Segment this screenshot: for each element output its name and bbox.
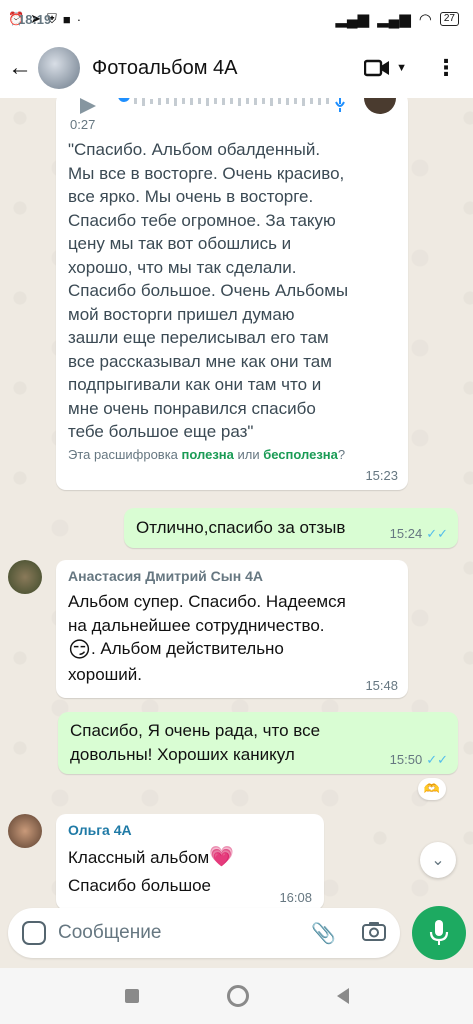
avatar[interactable] [8,560,42,594]
heart-emoji-icon: 💗 [209,846,235,868]
message-text-cont: . Альбом действительно хороший. [68,639,284,684]
home-icon[interactable] [226,985,249,1007]
voice-message-bubble[interactable]: 0:27 "Спасибо. Альбом обалденный. Мы все… [56,98,408,490]
outgoing-message[interactable]: Спасибо, Я очень рада, что все довольны!… [58,712,458,774]
attach-icon[interactable]: 📎 [311,921,336,946]
double-chevron-down-icon: ⌄ [431,852,445,869]
back-icon[interactable] [336,988,349,1004]
signal-icon: ▂▄▆ [335,11,370,28]
battery-icon: 27 [439,12,459,26]
smirk-emoji-icon: 😏 [68,637,91,662]
sender-name[interactable]: Анастасия Дмитрий Сын 4А [68,568,263,584]
group-avatar[interactable] [38,47,80,89]
message-text: Альбом супер. Спасибо. Надеемся на дальн… [68,592,346,635]
sticker-icon[interactable] [22,921,46,945]
signal2-icon: ▂▄▆ [377,11,411,28]
chat-title[interactable]: Фотоальбом 4А [92,57,238,80]
more-options-icon[interactable]: ⋮ [435,55,457,81]
incoming-message[interactable]: Анастасия Дмитрий Сын 4А Альбом супер. С… [56,560,408,698]
voice-waveform [80,98,396,114]
transcript-feedback: Эта расшифровка полезна или бесполезна? [68,447,346,462]
recents-icon[interactable] [124,989,139,1003]
message-input-bar[interactable]: Сообщение 📎 [8,908,400,958]
camera-icon[interactable] [362,921,386,946]
message-time: 15:48 [365,678,398,693]
chevron-down-icon: ▼ [396,62,407,74]
feedback-useful-link[interactable]: полезна [182,447,234,462]
square-icon: ■ [62,11,71,27]
incoming-message[interactable]: Ольга 4А Классный альбом💗 Спасибо большо… [56,814,324,910]
message-text-cont: Спасибо большое [68,876,211,895]
heart-hands-emoji-icon: 🫶 [423,781,441,796]
dot-icon: · [76,11,82,27]
voice-duration: 0:27 [70,117,96,132]
message-text: Спасибо, Я очень рада, что все довольны!… [70,721,321,764]
voice-transcript: "Спасибо. Альбом обалденный. Мы все в во… [68,140,349,441]
back-arrow-icon[interactable]: ← [2,54,38,82]
status-bar: 18:19 ⏰ ➤ ⛨ ■ · ▂▄▆ ▂▄▆ ◠ 27 [0,0,473,38]
mic-button[interactable] [412,906,466,960]
video-camera-icon [364,59,390,77]
avatar[interactable] [8,814,42,848]
sender-name[interactable]: Ольга 4А [68,822,132,838]
system-nav-bar [0,968,473,1024]
video-call-button[interactable]: ▼ [364,58,407,78]
read-ticks-icon: ✓✓ [426,526,448,541]
message-time: 15:23 [365,468,398,483]
read-ticks-icon: ✓✓ [426,752,448,767]
feedback-useless-link[interactable]: бесполезна [263,447,338,462]
reaction-badge[interactable]: 🫶 [418,778,446,800]
wifi-icon: ◠ [418,11,432,28]
message-time: 15:24 [389,526,423,541]
message-text: Классный альбом [68,848,210,867]
app-bar: ← Фотоальбом 4А ▼ ⋮ [0,38,473,98]
chat-area[interactable]: 0:27 "Спасибо. Альбом обалденный. Мы все… [0,98,473,910]
message-text: Отлично,спасибо за отзыв [136,518,346,537]
clock: 18:19 [18,11,52,27]
message-time: 16:08 [279,890,312,905]
outgoing-message[interactable]: Отлично,спасибо за отзыв 15:24 ✓✓ [124,508,458,548]
message-input[interactable]: Сообщение [58,922,161,944]
mic-icon [429,920,449,945]
message-time: 15:50 [389,752,423,767]
scroll-down-button[interactable]: ⌄ [420,842,456,878]
